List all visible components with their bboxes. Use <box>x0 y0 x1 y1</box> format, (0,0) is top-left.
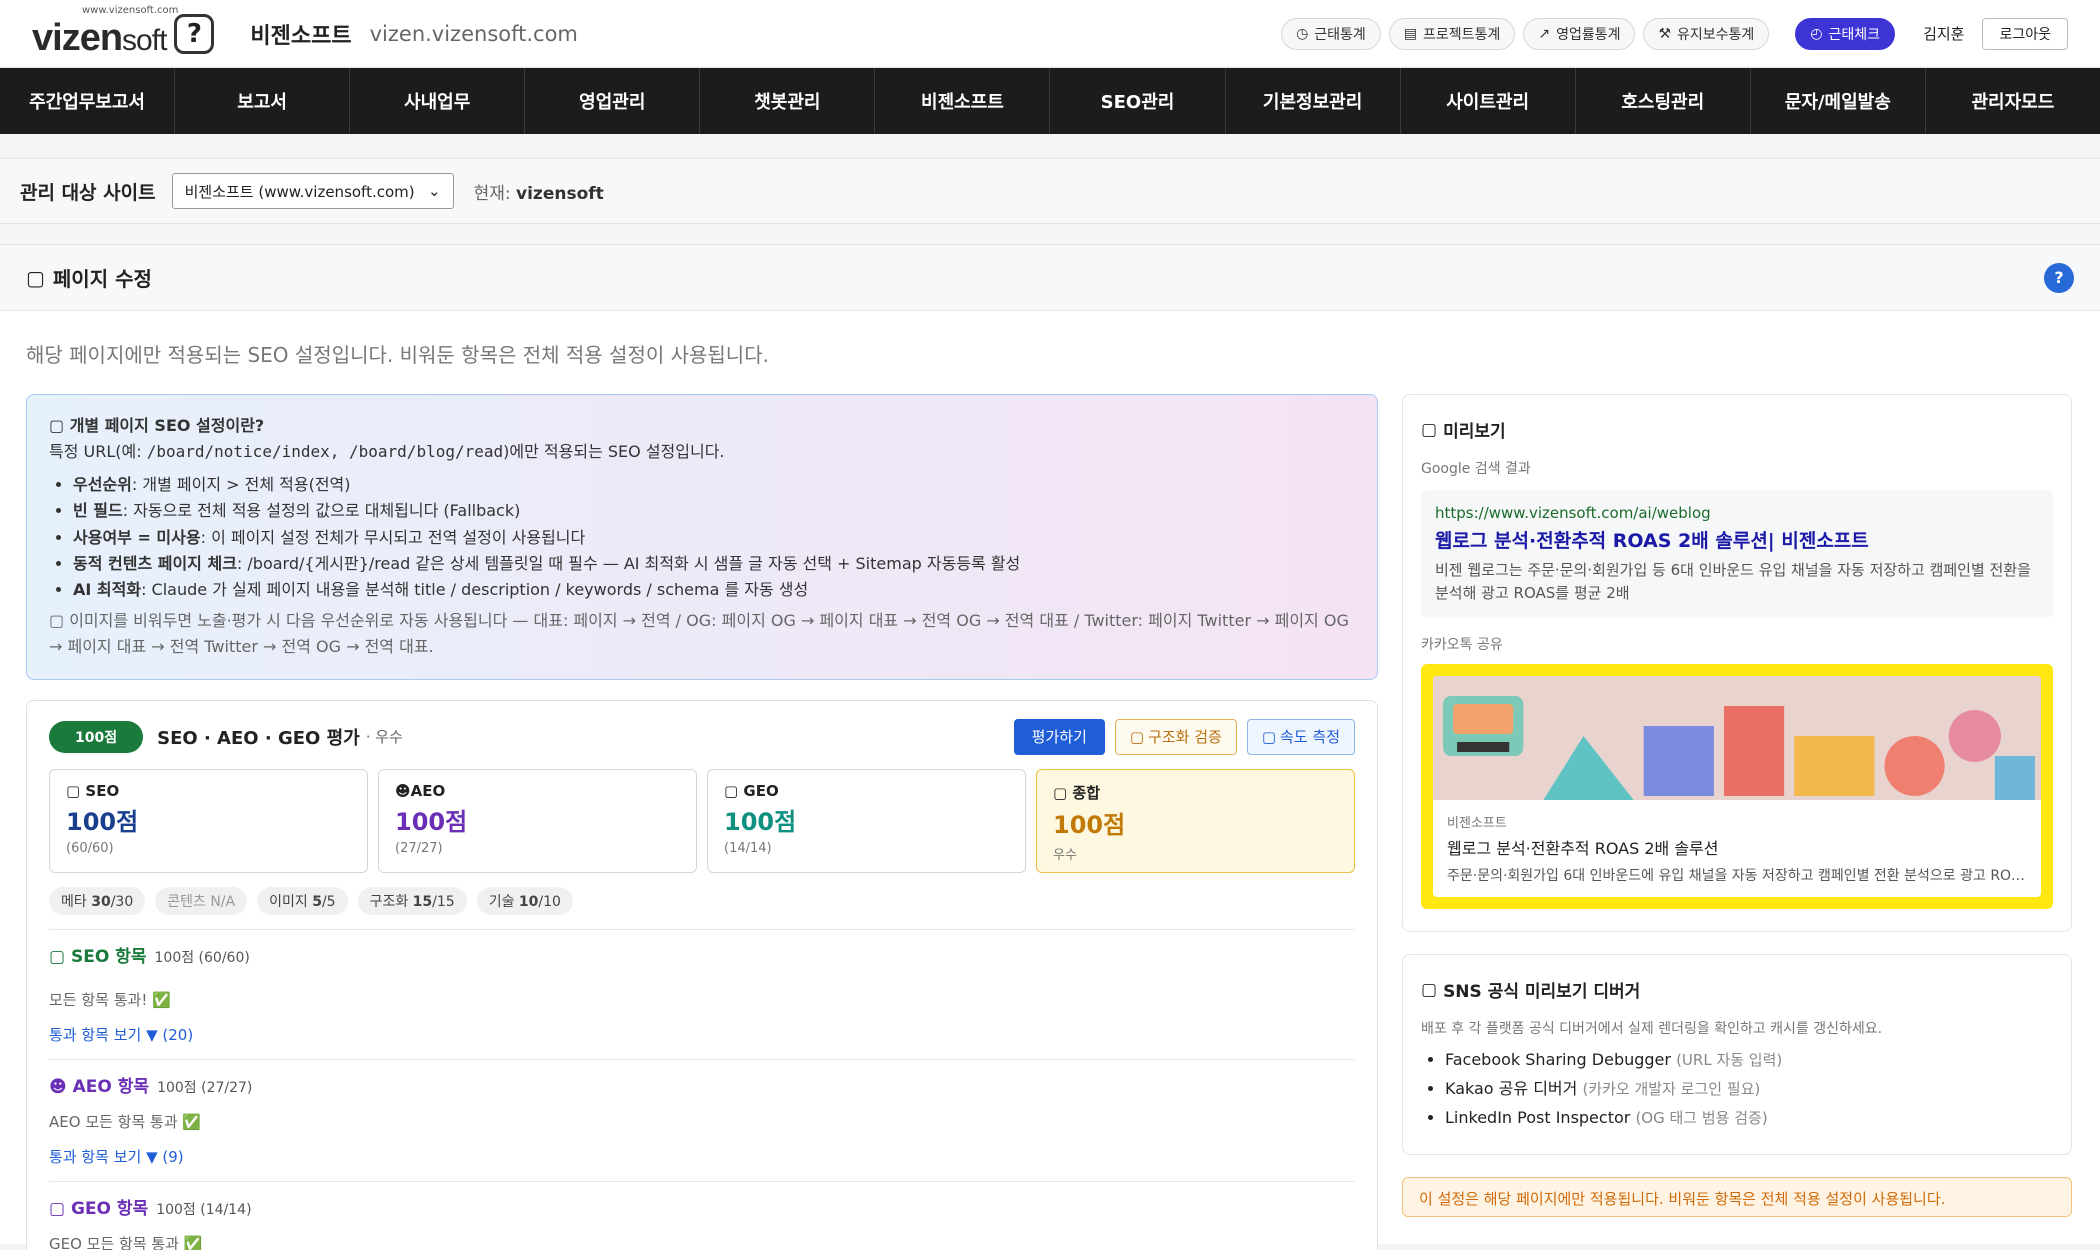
aeo-score-card: ☻AEO 100점 (27/27) <box>378 768 697 873</box>
checkbox-icon: ▢ <box>1129 727 1145 746</box>
geo-items-section: ▢ GEO 항목 100점 (14/14) GEO 모든 항목 통과 ✅ <box>49 1198 252 1250</box>
nav-site[interactable]: 사이트관리 <box>1401 68 1576 134</box>
speed-test-button[interactable]: ▢ 속도 측정 <box>1246 718 1355 755</box>
google-serp-preview: https://www.vizensoft.com/ai/weblog 웹로그 … <box>1421 490 2053 618</box>
clipboard-icon: ▤ <box>1403 25 1418 42</box>
sns-title: ▢ SNS 공식 미리보기 디버거 <box>1421 979 1641 1003</box>
list-item: 동적 컨텐츠 페이지 체크: /board/{게시판}/read 같은 상세 템… <box>73 551 1355 577</box>
evaluation-box: 100점 SEO · AEO · GEO 평가 · 우수 평가하기 ▢ 구조화 검… <box>26 699 1378 1250</box>
preview-title: ▢ 미리보기 <box>1421 419 1506 443</box>
total-score-card: ▢ 종합 100점 우수 <box>1036 768 1355 873</box>
og-image <box>1433 676 2041 800</box>
nav-chatbot[interactable]: 챗봇관리 <box>700 68 876 134</box>
aeo-items-section: ☻ AEO 항목 100점 (27/27) AEO 모든 항목 통과 ✅ 통과 항… <box>49 1060 1355 1182</box>
evaluation-grade: · 우수 <box>365 728 403 747</box>
list-item: 우선순위: 개별 페이지 > 전체 적용(전역) <box>73 472 1355 498</box>
seo-passed-toggle[interactable]: 통과 항목 보기 ▼ (20) <box>49 1024 1355 1045</box>
help-button[interactable]: ? <box>2044 262 2074 293</box>
logout-button[interactable]: 로그아웃 <box>1982 17 2068 50</box>
seo-score-card: ▢ SEO 100점 (60/60) <box>49 768 368 873</box>
nav-vizensoft[interactable]: 비젠소프트 <box>875 68 1051 134</box>
warning-notice: 이 설정은 해당 페이지에만 적용됩니다. 비워둔 항목은 전체 적용 설정이 … <box>1402 1177 2072 1218</box>
brand-name: 비젠소프트 <box>250 23 352 49</box>
panel-description: 해당 페이지에만 적용되는 SEO 설정입니다. 비워둔 항목은 전체 적용 설… <box>26 343 769 367</box>
nav-sms-mail[interactable]: 문자/메일발송 <box>1751 68 1926 134</box>
page-edit-panel: ▢ 페이지 수정 ? 해당 페이지에만 적용되는 SEO 설정입니다. 비워둔 … <box>0 244 2100 1250</box>
trend-icon: ↗ <box>1538 25 1551 42</box>
list-item: AI 최적화: Claude 가 실제 페이지 내용을 분석해 title / … <box>73 577 1355 603</box>
nav-weekly-report[interactable]: 주간업무보고서 <box>0 68 176 134</box>
evaluate-button[interactable]: 평가하기 <box>1013 718 1105 755</box>
checkin-button[interactable]: ◴ 근태체크 <box>1795 17 1896 50</box>
preview-icon: ▢ <box>1421 419 1438 440</box>
current-site: 현재: vizensoft <box>473 183 604 204</box>
chevron-down-icon: ⌄ <box>428 182 441 200</box>
logo-url: www.vizensoft.com <box>82 5 179 16</box>
chip-meta: 메타 30/30 <box>49 886 146 915</box>
linkedin-inspector-link[interactable]: LinkedIn Post Inspector (OG 태그 범용 검증) <box>1445 1104 2053 1133</box>
panel-header: ▢ 페이지 수정 ? <box>0 245 2100 311</box>
info-title: ▢ 개별 페이지 SEO 설정이란? <box>49 416 265 435</box>
site-selector-bar: 관리 대상 사이트 비젠소프트 (www.vizensoft.com) ⌄ 현재… <box>0 158 2100 224</box>
top-header: www.vizensoft.com vizensoft ? 비젠소프트 vize… <box>0 0 2100 68</box>
clock-icon: ◷ <box>1296 25 1309 42</box>
chip-technical: 기술 10/10 <box>476 886 573 915</box>
info-list: 우선순위: 개별 페이지 > 전체 적용(전역) 빈 필드: 자동으로 전체 적… <box>49 472 1355 604</box>
user-name: 김지훈 <box>1923 25 1965 43</box>
geo-score-card: ▢ GEO 100점 (14/14) <box>707 768 1026 873</box>
site-select[interactable]: 비젠소프트 (www.vizensoft.com) ⌄ <box>171 173 454 209</box>
google-label: Google 검색 결과 <box>1421 461 1531 477</box>
attendance-stats-button[interactable]: ◷ 근태통계 <box>1281 17 1381 50</box>
info-intro: 특정 URL(예: /board/notice/index, /board/bl… <box>49 442 725 462</box>
brand-domain: vizen.vizensoft.com <box>369 21 578 46</box>
kakao-debugger-link[interactable]: Kakao 공유 디버거 (카카오 개발자 로그인 필요) <box>1445 1075 2053 1104</box>
nav-seo[interactable]: SEO관리 <box>1050 68 1226 134</box>
sns-debugger-card: ▢ SNS 공식 미리보기 디버거 배포 후 각 플랫폼 공식 디버거에서 실제 … <box>1402 954 2072 1156</box>
nav-basic-info[interactable]: 기본정보관리 <box>1226 68 1401 134</box>
chip-content: 콘텐츠 N/A <box>155 886 248 915</box>
chip-structured: 구조화 15/15 <box>357 886 467 915</box>
total-score-pill: 100점 <box>49 720 144 753</box>
nav-admin[interactable]: 관리자모드 <box>1926 68 2100 134</box>
list-item: 사용여부 = 미사용: 이 페이지 설정 전체가 무시되고 전역 설정이 사용됩… <box>73 525 1355 551</box>
kakao-label: 카카오톡 공유 <box>1421 637 1503 653</box>
page-title: ▢ 페이지 수정 <box>26 265 152 292</box>
nav-internal[interactable]: 사내업무 <box>350 68 526 134</box>
aeo-passed-toggle[interactable]: 통과 항목 보기 ▼ (9) <box>49 1146 1355 1167</box>
right-column: ▢ 미리보기 Google 검색 결과 https://www.vizensoft… <box>1402 394 2072 1250</box>
main-nav: 주간업무보고서 보고서 사내업무 영업관리 챗봇관리 비젠소프트 SEO관리 기… <box>0 68 2100 134</box>
nav-report[interactable]: 보고서 <box>175 68 351 134</box>
sales-stats-button[interactable]: ↗ 영업률통계 <box>1523 17 1636 50</box>
structure-check-button[interactable]: ▢ 구조화 검증 <box>1114 718 1237 755</box>
page-icon: ▢ <box>26 265 45 290</box>
preview-card: ▢ 미리보기 Google 검색 결과 https://www.vizensoft… <box>1402 394 2072 932</box>
evaluation-title: SEO · AEO · GEO 평가 <box>157 727 360 749</box>
chip-image: 이미지 5/5 <box>257 886 348 915</box>
question-bubble-icon: ? <box>174 13 215 54</box>
nav-sales[interactable]: 영업관리 <box>525 68 701 134</box>
timer-icon: ◴ <box>1810 25 1823 42</box>
left-column: ▢ 개별 페이지 SEO 설정이란? 특정 URL(예: /board/noti… <box>26 394 1378 1250</box>
nav-hosting[interactable]: 호스팅관리 <box>1576 68 1751 134</box>
category-chips: 메타 30/30 콘텐츠 N/A 이미지 5/5 구조화 15/15 기술 10… <box>49 886 1355 930</box>
maintenance-stats-button[interactable]: ⚒ 유지보수통계 <box>1643 17 1770 50</box>
checkbox-icon: ▢ <box>1261 727 1277 746</box>
kakao-share-preview: 비젠소프트 웹로그 분석·전환추적 ROAS 2배 솔루션 주문·문의·회원가입… <box>1421 664 2053 909</box>
debugger-icon: ▢ <box>1421 979 1438 1000</box>
seo-info-box: ▢ 개별 페이지 SEO 설정이란? 특정 URL(예: /board/noti… <box>26 394 1378 680</box>
image-fallback-note: ▢ 이미지를 비워두면 노출·평가 시 다음 우선순위로 자동 사용됩니다 — … <box>49 610 1349 657</box>
seo-items-section: ▢ SEO 항목 100점 (60/60) 모든 항목 통과! ✅ 통과 항목 보… <box>49 930 1355 1060</box>
facebook-debugger-link[interactable]: Facebook Sharing Debugger (URL 자동 입력) <box>1445 1046 2053 1075</box>
logo-wordmark: vizensoft <box>32 17 167 59</box>
list-item: 빈 필드: 자동으로 전체 적용 설정의 값으로 대체됩니다 (Fallback… <box>73 498 1355 524</box>
vizensoft-logo[interactable]: www.vizensoft.com vizensoft ? <box>32 5 215 60</box>
project-stats-button[interactable]: ▤ 프로젝트통계 <box>1388 17 1516 50</box>
site-label: 관리 대상 사이트 <box>20 181 156 204</box>
wrench-icon: ⚒ <box>1658 25 1672 42</box>
